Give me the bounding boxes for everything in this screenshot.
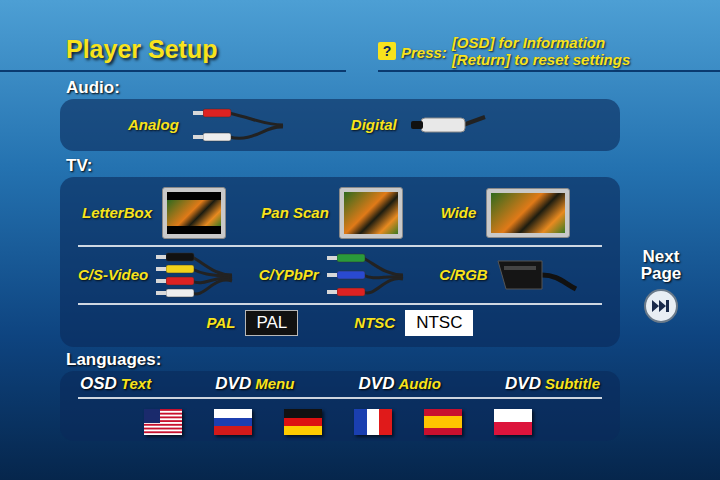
separator — [78, 397, 602, 399]
languages-panel: OSDText DVDMenu DVDAudio DVDSubtitle — [60, 371, 620, 441]
audio-label: Audio: — [60, 77, 620, 99]
language-column[interactable]: DVDAudio — [359, 371, 441, 397]
connection-option[interactable]: C/YPbPr — [259, 250, 440, 300]
audio-option[interactable]: Analog — [128, 105, 285, 145]
spain-flag-icon[interactable] — [424, 409, 462, 435]
tv-picture — [162, 187, 226, 239]
tv-picture — [339, 187, 403, 239]
next-page-label: Next — [643, 248, 680, 265]
svideo-cable-icon — [152, 249, 234, 301]
next-page-button[interactable]: NextPage — [626, 248, 696, 441]
tv-label: TV: — [60, 155, 620, 177]
help-hint: ?Press:[OSD] for Information[Return] to … — [378, 34, 720, 72]
poland-flag-icon[interactable] — [494, 409, 532, 435]
languages-label: Languages: — [60, 349, 620, 371]
help-line: [OSD] for Information — [452, 34, 630, 51]
skip-next-icon — [643, 288, 679, 324]
tv-picture — [486, 188, 570, 238]
separator — [78, 245, 602, 247]
header: Player Setup ?Press:[OSD] for Information… — [0, 0, 720, 72]
france-flag-icon[interactable] — [354, 409, 392, 435]
language-column[interactable]: OSDText — [80, 371, 151, 397]
next-page-label: Page — [641, 265, 682, 282]
rca-cable-icon — [189, 105, 285, 145]
us-flag-icon[interactable] — [144, 409, 182, 435]
tv-system-option[interactable]: PALPAL — [207, 310, 299, 336]
germany-flag-icon[interactable] — [284, 409, 322, 435]
separator — [78, 303, 602, 305]
title: Player Setup — [66, 34, 346, 64]
aspect-option[interactable]: Pan Scan — [261, 187, 440, 239]
tv-panel: LetterBoxPan ScanWide C/S-VideoC/YPbPrC/R… — [60, 177, 620, 347]
connection-option[interactable]: C/S-Video — [78, 249, 259, 301]
language-column[interactable]: DVDMenu — [215, 371, 294, 397]
language-column[interactable]: DVDSubtitle — [505, 371, 600, 397]
tv-system-option[interactable]: NTSCNTSC — [354, 310, 473, 336]
scart-cable-icon — [492, 253, 578, 297]
tv-system-badge: NTSC — [405, 310, 473, 336]
audio-panel: Analog Digital — [60, 99, 620, 151]
connection-option[interactable]: C/RGB — [439, 253, 620, 297]
aspect-option[interactable]: LetterBox — [82, 187, 261, 239]
component-cable-icon — [323, 250, 405, 300]
audio-option[interactable]: Digital — [351, 107, 487, 143]
help-icon: ? — [378, 42, 396, 60]
help-line: [Return] to reset settings — [452, 51, 630, 68]
russia-flag-icon[interactable] — [214, 409, 252, 435]
aspect-option[interactable]: Wide — [441, 188, 620, 238]
optical-cable-icon — [407, 107, 487, 143]
tv-system-badge: PAL — [245, 310, 298, 336]
player-setup-screen: Player Setup ?Press:[OSD] for Information… — [0, 0, 720, 480]
